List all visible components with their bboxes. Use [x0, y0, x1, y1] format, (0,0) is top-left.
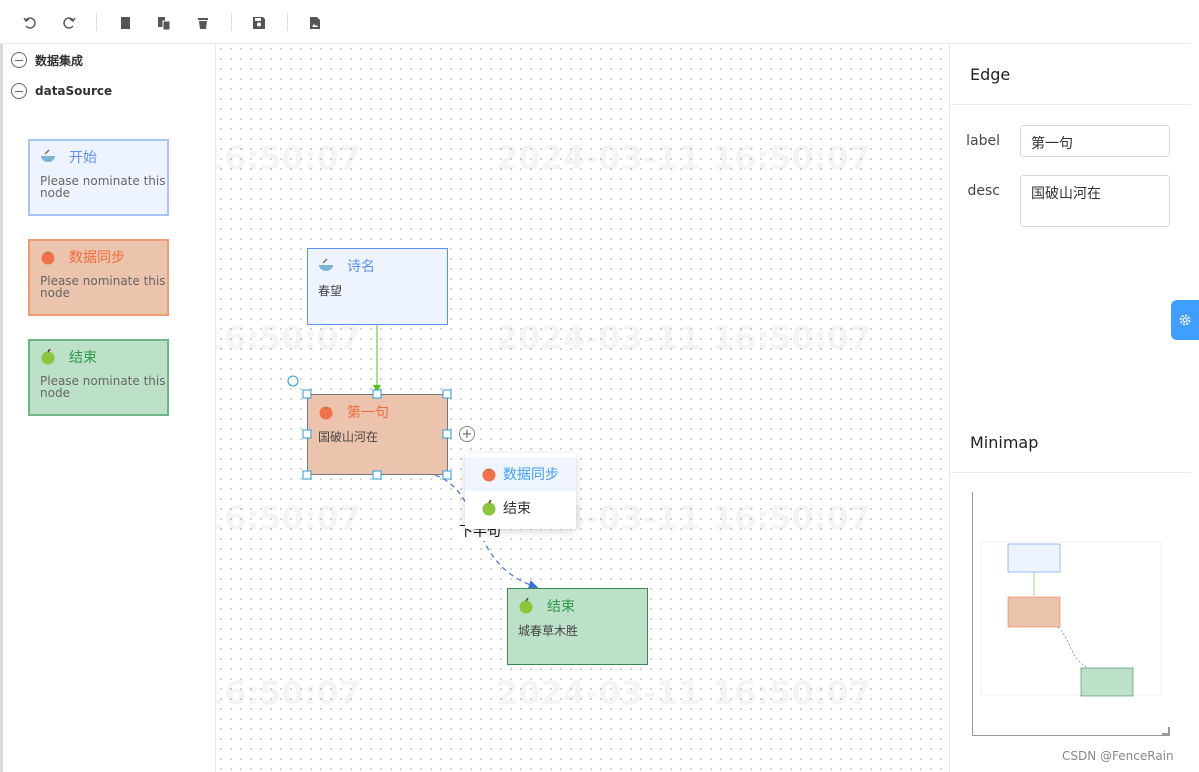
stencil-panel: 数据集成 dataSource 开始 Please nominate this … — [0, 44, 216, 772]
node-desc: 城春草木胜 — [518, 624, 579, 638]
node-title: 结束 — [547, 599, 575, 615]
node-desc: 春望 — [318, 284, 343, 298]
stencil-title: 数据同步 — [69, 250, 125, 266]
group-data-integration[interactable]: 数据集成 — [11, 50, 83, 70]
add-node-menu: 数据同步 结束 — [465, 453, 576, 529]
node-desc: 国破山河在 — [318, 430, 379, 444]
menu-item-label: 结束 — [503, 501, 531, 517]
bowl-icon — [40, 149, 56, 165]
tomato-icon — [318, 404, 334, 420]
group-label: 数据集成 — [35, 53, 84, 68]
collapse-icon — [11, 52, 27, 68]
stencil-title: 开始 — [69, 150, 97, 166]
apple-icon — [481, 499, 497, 516]
apple-icon — [40, 348, 56, 365]
resize-handle[interactable] — [1162, 727, 1170, 735]
property-panel: Edge label 第一句 desc 国破山河在 Minimap — [949, 44, 1191, 772]
stencil-desc: Please nominate this node — [40, 174, 166, 200]
flow-editor: 数据集成 dataSource 开始 Please nominate this … — [0, 0, 1199, 772]
group-label: dataSource — [35, 84, 113, 98]
divider — [950, 472, 1191, 473]
toolbar-separator — [231, 13, 232, 31]
settings-gear-icon[interactable] — [1171, 300, 1199, 340]
minimap-graph — [980, 541, 1162, 697]
node-end[interactable]: 结束 城春草木胜 — [507, 588, 648, 665]
export-image-icon[interactable] — [306, 14, 324, 32]
node-title: 诗名 — [347, 259, 375, 275]
node-title: 第一句 — [347, 405, 389, 421]
tomato-icon — [481, 466, 497, 482]
bowl-icon — [318, 258, 334, 274]
node-poem-title[interactable]: 诗名 春望 — [307, 248, 448, 325]
graph-canvas[interactable]: 2024-03-11 16:50:07 2024-03-11 16:50:07 … — [216, 44, 949, 772]
label-field-label: label — [966, 133, 1000, 149]
toolbar-separator — [96, 13, 97, 31]
menu-item-data-sync[interactable]: 数据同步 — [465, 457, 576, 491]
stencil-desc: Please nominate this node — [40, 274, 166, 300]
toolbar-separator — [287, 13, 288, 31]
stencil-title: 结束 — [69, 350, 97, 366]
save-icon[interactable] — [250, 14, 268, 32]
group-datasource[interactable]: dataSource — [11, 81, 112, 101]
stencil-data-sync[interactable]: 数据同步 Please nominate this node — [28, 239, 169, 316]
csdn-credit: CSDN @FenceRain — [1062, 749, 1174, 763]
stencil-start[interactable]: 开始 Please nominate this node — [28, 139, 169, 216]
desc-field-label: desc — [967, 183, 1001, 199]
label-input[interactable]: 第一句 — [1020, 125, 1170, 157]
collapse-icon — [11, 83, 27, 99]
paste-icon[interactable] — [155, 14, 173, 32]
minimap[interactable] — [972, 492, 1170, 736]
menu-item-end[interactable]: 结束 — [465, 491, 576, 525]
add-node-icon[interactable]: + — [459, 426, 475, 442]
copy-icon[interactable] — [116, 14, 134, 32]
toolbar — [0, 0, 1190, 44]
edge-panel-title: Edge — [970, 65, 1011, 84]
undo-icon[interactable] — [21, 14, 39, 32]
delete-icon[interactable] — [194, 14, 212, 32]
divider — [950, 104, 1191, 105]
tomato-icon — [40, 249, 56, 265]
desc-textarea[interactable]: 国破山河在 — [1020, 175, 1170, 227]
minimap-title: Minimap — [970, 433, 1039, 452]
stencil-desc: Please nominate this node — [40, 374, 166, 400]
redo-icon[interactable] — [60, 14, 78, 32]
apple-icon — [518, 597, 534, 614]
node-first-line[interactable]: 第一句 国破山河在 — [307, 394, 448, 475]
menu-item-label: 数据同步 — [503, 467, 559, 483]
stencil-end[interactable]: 结束 Please nominate this node — [28, 339, 169, 416]
